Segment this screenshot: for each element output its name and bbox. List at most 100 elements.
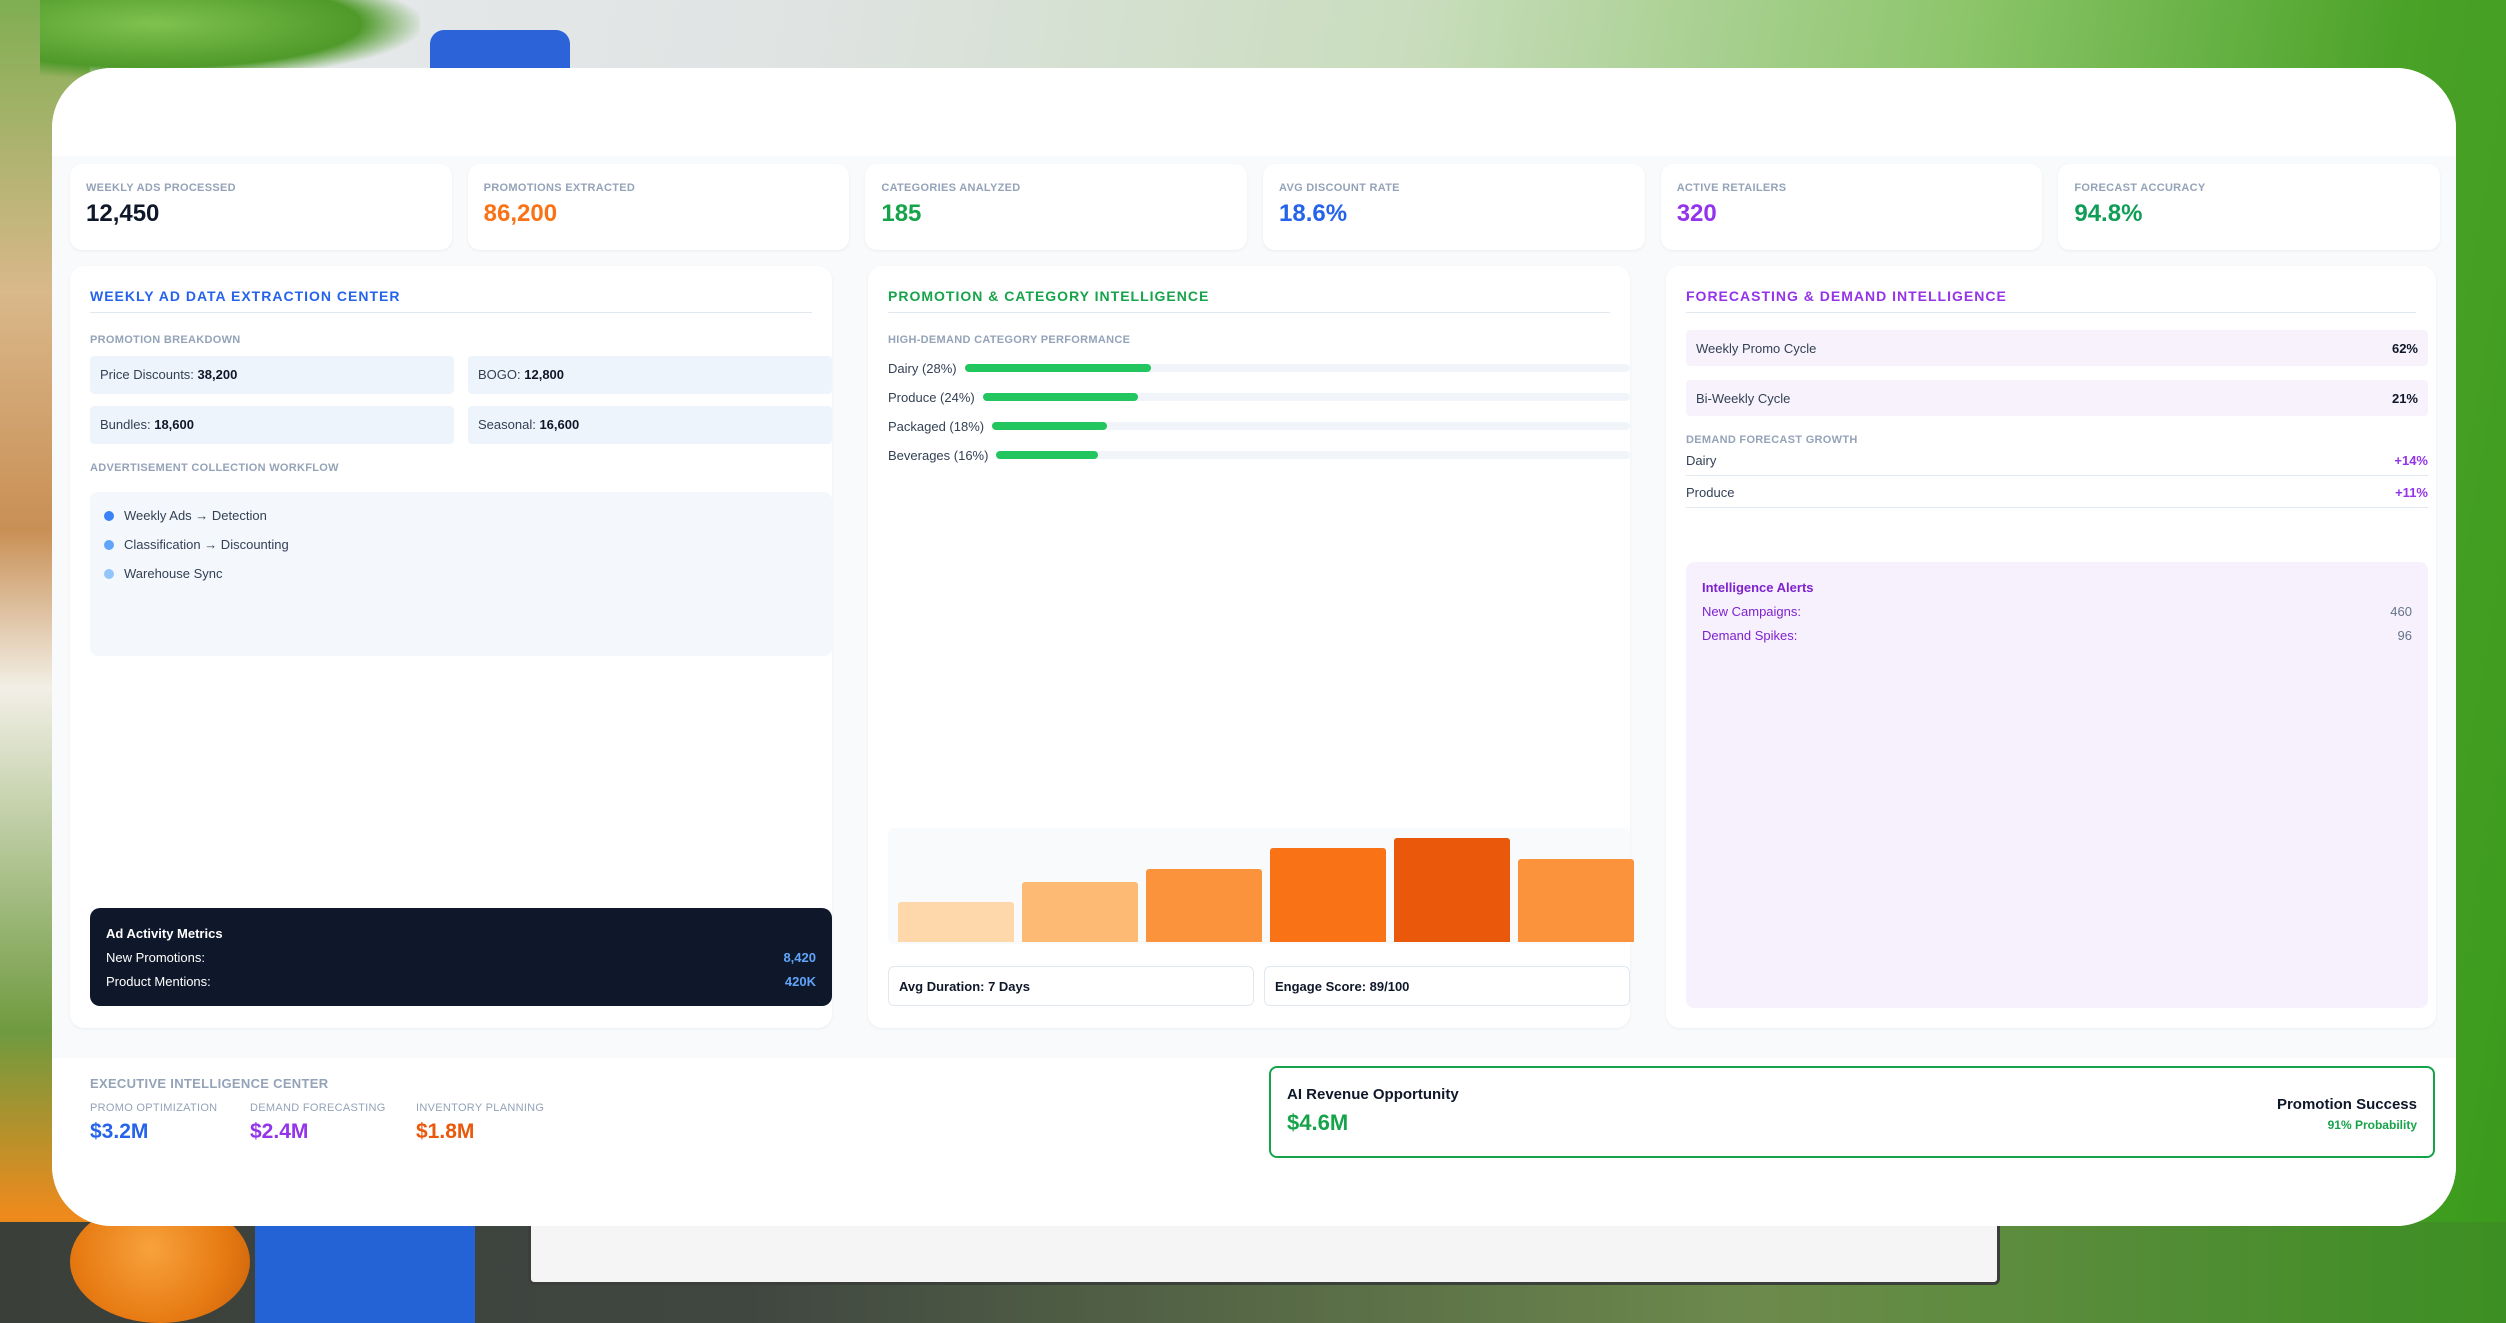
category-bar-label: Produce (24%): [888, 389, 975, 405]
panel-title: PROMOTION & CATEGORY INTELLIGENCE: [888, 288, 1210, 304]
workflow-step: Warehouse Sync: [104, 566, 223, 581]
executive-metric-value: $2.4M: [250, 1120, 309, 1143]
category-bar-fill: [992, 422, 1107, 430]
promo-stat-value: 18,600: [154, 417, 194, 432]
promo-stat: BOGO: 12,800: [468, 356, 832, 394]
alerts-title: Intelligence Alerts: [1702, 580, 1814, 595]
intelligence-panel: PROMOTION & CATEGORY INTELLIGENCE High-D…: [868, 266, 1634, 1028]
executive-metric-label: Demand Forecasting: [250, 1102, 386, 1114]
alert-row: New Campaigns: 460: [1702, 604, 2412, 619]
kpi-value: 185: [881, 200, 922, 227]
ai-revenue-opportunity: AI Revenue Opportunity $4.6M Promotion S…: [1269, 1066, 2435, 1158]
promo-stat-value: 12,800: [524, 367, 565, 382]
ai-revenue-title: AI Revenue Opportunity: [1287, 1086, 1459, 1103]
category-bar-fill: [982, 393, 1139, 401]
kpi-card: Categories Analyzed 185: [865, 164, 1248, 250]
executive-metric-label: Promo Optimization: [90, 1102, 218, 1114]
category-bar-label: Dairy (28%): [888, 360, 957, 376]
category-bar-row: Beverages (16%): [888, 445, 1630, 465]
engage-score-stat: Engage Score: 89/100: [1264, 966, 1630, 1006]
promo-stat: Seasonal: 16,600: [468, 406, 832, 444]
promo-stat-label: BOGO:: [478, 367, 521, 382]
promo-stat: Bundles: 18,600: [90, 406, 454, 444]
alert-label: Demand Spikes:: [1702, 628, 1798, 643]
column-bar: [898, 902, 1014, 942]
kpi-label: Weekly Ads Processed: [86, 182, 236, 194]
ad-activity-metrics: Ad Activity Metrics New Promotions: 8,42…: [90, 908, 832, 1006]
executive-metric-label: Inventory Planning: [416, 1102, 545, 1114]
executive-metric: Inventory Planning $1.8M: [416, 1102, 544, 1144]
kpi-row: Weekly Ads Processed 12,450 Promotions E…: [70, 164, 2441, 250]
ai-revenue-value: $4.6M: [1287, 1110, 1349, 1135]
background-blue-bin: [255, 1215, 475, 1323]
dashboard-card: Weekly Ads Processed 12,450 Promotions E…: [52, 68, 2456, 1226]
executive-metric-value: $3.2M: [90, 1120, 149, 1143]
demand-growth-label: Demand Forecast Growth: [1686, 434, 1858, 446]
promotion-breakdown-label: Promotion Breakdown: [90, 334, 241, 346]
column-bar: [1022, 881, 1138, 942]
category-bar-fill: [996, 451, 1098, 459]
kpi-card: Avg Discount Rate 18.6%: [1263, 164, 1645, 250]
kpi-value: 12,450: [86, 200, 160, 227]
promo-stat-label: Seasonal:: [478, 417, 536, 432]
workflow-label: Advertisement Collection Workflow: [90, 462, 339, 474]
promo-stat-label: Bundles:: [100, 417, 151, 432]
kpi-value: 94.8%: [2074, 200, 2143, 227]
cycle-row: Bi-Weekly Cycle 21%: [1686, 380, 2428, 416]
category-bar-label: Packaged (18%): [888, 418, 985, 434]
panel-title: FORECASTING & DEMAND INTELLIGENCE: [1686, 288, 2007, 304]
growth-value: +11%: [2395, 485, 2428, 500]
category-performance-label: High-Demand Category Performance: [888, 334, 1131, 346]
ad-metric-value: 8,420: [783, 950, 816, 965]
executive-metric: Demand Forecasting $2.4M: [250, 1102, 386, 1144]
cycle-value: 62%: [2391, 341, 2418, 356]
category-bar-track: [996, 451, 1630, 459]
promo-stat-value: 38,200: [197, 367, 238, 382]
bullet-icon: [104, 511, 114, 521]
column-bar: [1146, 869, 1262, 942]
kpi-label: Forecast Accuracy: [2074, 182, 2206, 194]
promo-stat: Price Discounts: 38,200: [90, 356, 454, 394]
promo-stat-label: Price Discounts:: [100, 367, 194, 382]
avg-duration-stat: Avg Duration: 7 Days: [888, 966, 1254, 1006]
promo-stat-value: 16,600: [539, 417, 580, 432]
ad-metric-label: Product Mentions:: [106, 974, 211, 989]
kpi-label: Active Retailers: [1676, 182, 1787, 194]
bullet-icon: [104, 540, 114, 550]
column-chart: [888, 828, 1634, 944]
divider: [1686, 312, 2416, 313]
kpi-card: Weekly Ads Processed 12,450: [70, 164, 452, 250]
cycle-value: 21%: [2391, 391, 2418, 406]
divider: [888, 312, 1610, 313]
growth-label: Dairy: [1686, 453, 1717, 468]
executive-title: Executive Intelligence Center: [90, 1076, 329, 1091]
growth-row: Dairy +14%: [1686, 448, 2428, 476]
panel-title: WEEKLY AD DATA EXTRACTION CENTER: [90, 288, 401, 304]
ad-metric-label: New Promotions:: [106, 950, 205, 965]
category-bar-track: [982, 393, 1630, 401]
ad-metrics-title: Ad Activity Metrics: [106, 926, 223, 941]
bullet-icon: [104, 569, 114, 579]
category-bar-fill: [964, 364, 1151, 372]
growth-row: Produce +11%: [1686, 480, 2428, 508]
category-bar-track: [992, 422, 1630, 430]
workflow-step-text: Weekly Ads → Detection: [124, 508, 267, 523]
forecasting-panel: FORECASTING & DEMAND INTELLIGENCE Weekly…: [1666, 266, 2436, 1028]
kpi-label: Promotions Extracted: [483, 182, 636, 194]
kpi-label: Avg Discount Rate: [1279, 182, 1400, 194]
growth-label: Produce: [1686, 485, 1735, 500]
extraction-panel: WEEKLY AD DATA EXTRACTION CENTER Promoti…: [70, 266, 832, 1028]
kpi-value: 320: [1676, 200, 1717, 227]
column-bar: [1394, 838, 1510, 942]
category-bar-row: Produce (24%): [888, 387, 1630, 407]
executive-metric-value: $1.8M: [416, 1120, 475, 1143]
category-bar-row: Packaged (18%): [888, 416, 1630, 436]
alert-value: 460: [2390, 604, 2412, 619]
promotion-success-probability: 91% Probability: [2327, 1118, 2417, 1132]
intelligence-alerts: Intelligence Alerts New Campaigns: 460 D…: [1686, 562, 2428, 1008]
workflow-step-text: Warehouse Sync: [124, 566, 223, 581]
alert-label: New Campaigns:: [1702, 604, 1801, 619]
kpi-value: 18.6%: [1279, 200, 1348, 227]
workflow-step: Weekly Ads → Detection: [104, 508, 267, 523]
executive-intelligence-center: Executive Intelligence Center Promo Opti…: [52, 1058, 2456, 1226]
